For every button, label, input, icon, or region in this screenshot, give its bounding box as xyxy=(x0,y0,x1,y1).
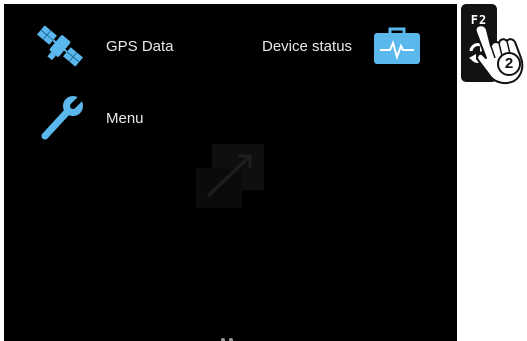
wrench-icon xyxy=(41,94,85,140)
page-indicator xyxy=(221,338,233,341)
device-screen: GPS Data Device status Menu xyxy=(4,4,457,341)
menu-button[interactable]: Menu xyxy=(38,94,144,142)
gps-data-label: GPS Data xyxy=(106,37,174,55)
device-status-button[interactable]: Device status xyxy=(262,26,422,66)
faded-logo-icon xyxy=(196,144,264,208)
device-status-label: Device status xyxy=(262,37,353,55)
pointing-hand-icon xyxy=(474,24,524,85)
medical-case-icon xyxy=(374,27,421,64)
menu-label: Menu xyxy=(106,109,144,127)
gps-data-button[interactable]: GPS Data xyxy=(32,18,174,74)
step-number-badge: 2 xyxy=(497,52,521,76)
satellite-icon xyxy=(36,25,84,67)
